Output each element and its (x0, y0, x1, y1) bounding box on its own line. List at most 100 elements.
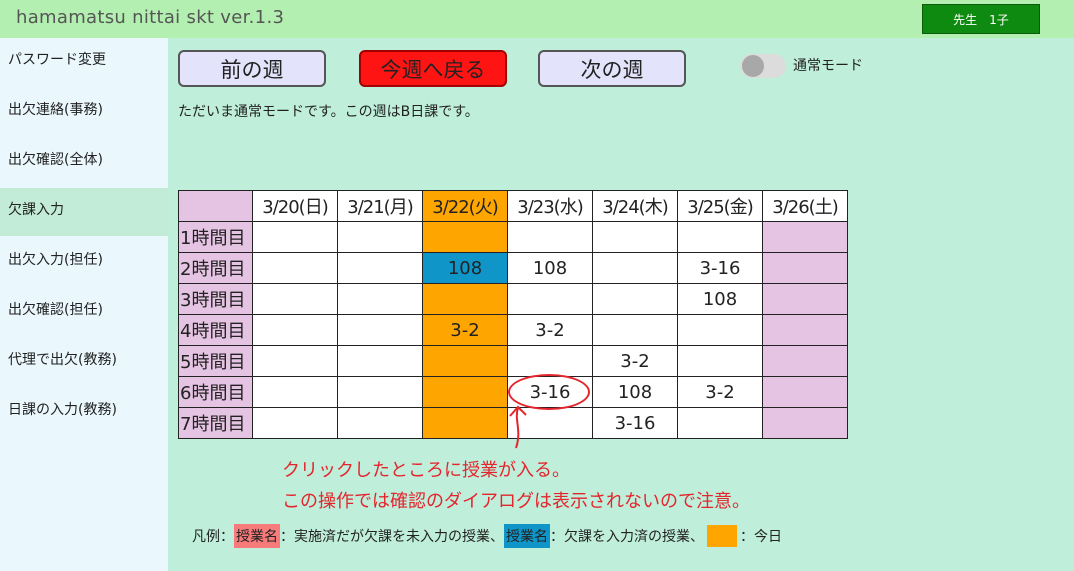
schedule-cell[interactable] (422, 345, 508, 377)
day-header: 3/25(金) (677, 190, 763, 222)
schedule-cell[interactable] (337, 221, 423, 253)
period-row: 4時間目 3-2 3-2 (178, 314, 848, 346)
schedule-cell[interactable]: 3-2 (507, 314, 593, 346)
schedule-cell[interactable] (252, 314, 338, 346)
day-header: 3/21(月) (337, 190, 423, 222)
schedule-cell[interactable] (762, 314, 848, 346)
sidebar-item-attendance-check-homeroom[interactable]: 出欠確認(担任) (0, 288, 168, 336)
period-row: 5時間目 3-2 (178, 345, 848, 377)
mode-label: 通常モード (793, 58, 863, 74)
legend-desc-entered: ：欠課を入力済の授業、 (550, 529, 704, 545)
schedule-cell[interactable] (762, 407, 848, 439)
schedule-cell[interactable] (337, 407, 423, 439)
schedule-cell[interactable] (592, 283, 678, 315)
schedule-cell[interactable] (422, 283, 508, 315)
title-bar: hamamatsu nittai skt ver.1.3 先生 1子 (0, 0, 1074, 38)
mode-toggle[interactable] (740, 54, 786, 78)
schedule-cell[interactable] (422, 221, 508, 253)
period-row: 1時間目 (178, 221, 848, 253)
day-header: 3/26(土) (762, 190, 848, 222)
schedule-cell[interactable] (252, 407, 338, 439)
schedule-cell[interactable] (762, 283, 848, 315)
timetable: 3/20(日) 3/21(月) 3/22(火) 3/23(水) 3/24(木) … (178, 190, 848, 439)
schedule-cell[interactable] (252, 221, 338, 253)
schedule-cell[interactable] (252, 252, 338, 284)
schedule-cell[interactable] (762, 252, 848, 284)
user-badge[interactable]: 先生 1子 (922, 4, 1040, 34)
schedule-cell[interactable] (677, 221, 763, 253)
schedule-cell[interactable] (507, 221, 593, 253)
schedule-cell[interactable] (252, 345, 338, 377)
sidebar-item-attendance-check-all[interactable]: 出欠確認(全体) (0, 138, 168, 186)
period-label: 2時間目 (178, 252, 253, 284)
schedule-cell[interactable] (762, 345, 848, 377)
schedule-cell[interactable] (592, 314, 678, 346)
schedule-cell[interactable] (337, 252, 423, 284)
schedule-cell[interactable] (762, 221, 848, 253)
legend-chip-not-entered: 授業名 (234, 524, 280, 548)
corner-cell (178, 190, 253, 222)
schedule-cell[interactable]: 3-2 (592, 345, 678, 377)
sidebar-item-attendance-entry-homeroom[interactable]: 出欠入力(担任) (0, 238, 168, 286)
schedule-cell[interactable] (252, 283, 338, 315)
period-row: 2時間目 108 108 3-16 (178, 252, 848, 284)
legend-desc-today: ：今日 (740, 529, 782, 545)
sidebar-item-password[interactable]: パスワード変更 (0, 38, 168, 86)
schedule-cell[interactable] (337, 376, 423, 408)
schedule-cell[interactable] (592, 252, 678, 284)
prev-week-button[interactable]: 前の週 (178, 50, 326, 87)
annotation-line-1: クリックしたところに授業が入る。 (282, 460, 570, 481)
status-message: ただいま通常モードです。この週はB日課です。 (178, 104, 479, 120)
legend-desc-not-entered: ：実施済だが欠課を未入力の授業、 (280, 529, 504, 545)
sidebar-item-attendance-contact[interactable]: 出欠連絡(事務) (0, 88, 168, 136)
schedule-cell[interactable] (422, 376, 508, 408)
annotation-arrow-icon (509, 405, 527, 449)
schedule-cell[interactable] (252, 376, 338, 408)
period-label: 3時間目 (178, 283, 253, 315)
period-label: 7時間目 (178, 407, 253, 439)
timetable-header-row: 3/20(日) 3/21(月) 3/22(火) 3/23(水) 3/24(木) … (178, 190, 848, 222)
schedule-cell[interactable] (592, 221, 678, 253)
sidebar-item-daily-schedule[interactable]: 日課の入力(教務) (0, 388, 168, 436)
schedule-cell[interactable]: 3-16 (677, 252, 763, 284)
app-title: hamamatsu nittai skt ver.1.3 (16, 7, 285, 28)
next-week-button[interactable]: 次の週 (538, 50, 686, 87)
day-header: 3/24(木) (592, 190, 678, 222)
sidebar-item-absence-entry[interactable]: 欠課入力 (0, 188, 168, 236)
day-header: 3/23(水) (507, 190, 593, 222)
schedule-cell[interactable] (677, 314, 763, 346)
schedule-cell[interactable] (762, 376, 848, 408)
legend-chip-today (707, 525, 737, 547)
day-header: 3/20(日) (252, 190, 338, 222)
legend-chip-entered: 授業名 (504, 524, 550, 548)
schedule-cell-entered[interactable]: 108 (422, 252, 508, 284)
schedule-cell[interactable] (422, 407, 508, 439)
schedule-cell[interactable]: 3-2 (677, 376, 763, 408)
schedule-cell[interactable] (507, 283, 593, 315)
schedule-cell[interactable] (677, 407, 763, 439)
period-label: 1時間目 (178, 221, 253, 253)
sidebar: パスワード変更 出欠連絡(事務) 出欠確認(全体) 欠課入力 出欠入力(担任) … (0, 38, 168, 571)
schedule-cell[interactable] (337, 314, 423, 346)
schedule-cell[interactable] (677, 345, 763, 377)
period-label: 4時間目 (178, 314, 253, 346)
schedule-cell[interactable]: 108 (592, 376, 678, 408)
sidebar-item-proxy-attendance[interactable]: 代理で出欠(教務) (0, 338, 168, 386)
schedule-cell[interactable]: 108 (677, 283, 763, 315)
schedule-cell[interactable] (337, 345, 423, 377)
period-label: 6時間目 (178, 376, 253, 408)
legend-prefix: 凡例： (192, 529, 234, 545)
legend: 凡例： 授業名 ：実施済だが欠課を未入力の授業、 授業名 ：欠課を入力済の授業、… (192, 524, 782, 548)
period-label: 5時間目 (178, 345, 253, 377)
annotation-line-2: この操作では確認のダイアログは表示されないので注意。 (282, 491, 750, 512)
toggle-knob (742, 55, 764, 77)
schedule-cell[interactable] (337, 283, 423, 315)
schedule-cell[interactable]: 108 (507, 252, 593, 284)
current-week-button[interactable]: 今週へ戻る (359, 50, 507, 87)
schedule-cell[interactable]: 3-16 (592, 407, 678, 439)
schedule-cell[interactable]: 3-2 (422, 314, 508, 346)
period-row: 3時間目 108 (178, 283, 848, 315)
day-header-today: 3/22(火) (422, 190, 508, 222)
schedule-cell[interactable] (507, 345, 593, 377)
main-panel: 前の週 今週へ戻る 次の週 通常モード ただいま通常モードです。この週はB日課で… (168, 38, 1074, 571)
